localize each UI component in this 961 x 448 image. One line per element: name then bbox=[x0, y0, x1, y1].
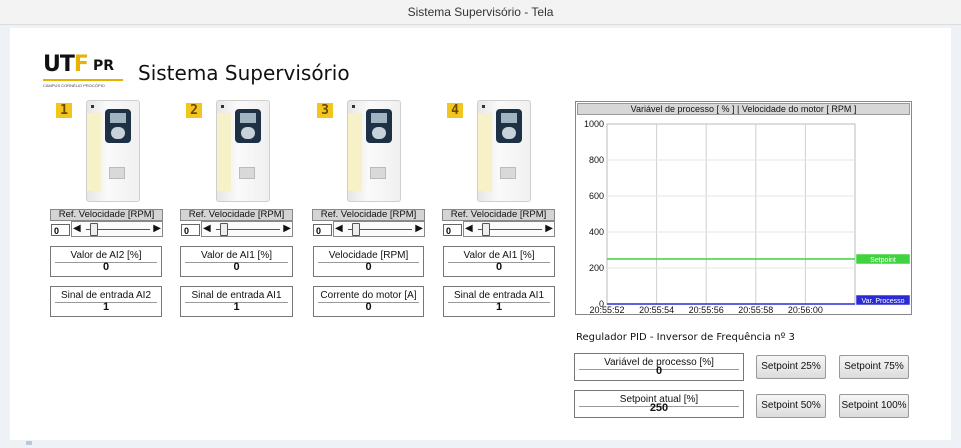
speed-reference-4: Ref. Velocidade [RPM] 0 ◀ ▶ bbox=[442, 209, 555, 237]
drive-1-value-box: Valor de AI2 [%] 0 bbox=[50, 246, 162, 277]
speed-value-input[interactable]: 0 bbox=[181, 224, 200, 236]
x-tick-label: 20:55:58 bbox=[738, 305, 773, 315]
series-end-label: Var. Processo bbox=[861, 298, 904, 305]
drive-number-badge: 3 bbox=[317, 103, 333, 118]
x-tick-label: 20:55:52 bbox=[589, 305, 624, 315]
drive-number-badge: 2 bbox=[186, 103, 202, 118]
process-variable-box: Variável de processo [%] 0 bbox=[574, 353, 744, 381]
logo-text: UTF bbox=[43, 52, 89, 77]
logo-bar bbox=[43, 79, 123, 81]
slider-left-arrow-icon[interactable]: ◀ bbox=[203, 223, 211, 235]
page-title: Sistema Supervisório bbox=[138, 61, 350, 85]
drive-3-speed-box: Velocidade [RPM] 0 bbox=[313, 246, 424, 277]
drive-2-signal-box: Sinal de entrada AI1 1 bbox=[180, 286, 293, 317]
x-tick-label: 20:55:56 bbox=[689, 305, 724, 315]
speed-value-input[interactable]: 0 bbox=[51, 224, 70, 236]
pid-title: Regulador PID - Inversor de Frequência n… bbox=[576, 332, 795, 343]
inverter-image bbox=[86, 100, 140, 202]
speed-reference-3: Ref. Velocidade [RPM] 0 ◀ ▶ bbox=[312, 209, 425, 237]
slider-right-arrow-icon[interactable]: ▶ bbox=[283, 223, 291, 235]
drive-number-badge: 1 bbox=[56, 103, 72, 118]
inverter-image bbox=[477, 100, 531, 202]
slider-thumb[interactable] bbox=[220, 223, 228, 236]
slider-right-arrow-icon[interactable]: ▶ bbox=[153, 223, 161, 235]
drive-4-value-box: Valor de AI1 [%] 0 bbox=[443, 246, 555, 277]
speed-value-input[interactable]: 0 bbox=[313, 224, 332, 236]
y-tick-label: 0 bbox=[599, 299, 604, 309]
speed-value-input[interactable]: 0 bbox=[443, 224, 462, 236]
drive-2-value-box: Valor de AI1 [%] 0 bbox=[180, 246, 293, 277]
y-tick-label: 200 bbox=[589, 263, 604, 273]
process-chart: 20:55:52 20:55:54 20:55:56 20:55:58 20:56:00… bbox=[575, 101, 912, 315]
x-tick-label: 20:55:54 bbox=[639, 305, 674, 315]
window-title: Sistema Supervisório - Tela bbox=[0, 0, 961, 25]
current-setpoint-box: Setpoint atual [%] 250 bbox=[574, 390, 744, 418]
speed-slider[interactable]: ◀ ▶ bbox=[201, 221, 293, 237]
y-tick-label: 600 bbox=[589, 191, 604, 201]
logo-subtitle: CAMPUS CORNÉLIO PROCÓPIO bbox=[43, 83, 105, 88]
speed-slider[interactable]: ◀ ▶ bbox=[333, 221, 425, 237]
taskbar-corner bbox=[26, 441, 32, 445]
speed-slider[interactable]: ◀ ▶ bbox=[463, 221, 555, 237]
setpoint-25-button[interactable]: Setpoint 25% bbox=[756, 355, 826, 379]
speed-reference-1: Ref. Velocidade [RPM] 0 ◀ ▶ bbox=[50, 209, 163, 237]
drive-1-signal-box: Sinal de entrada AI2 1 bbox=[50, 286, 162, 317]
utfpr-logo: UTF PR CAMPUS CORNÉLIO PROCÓPIO bbox=[43, 52, 123, 92]
slider-thumb[interactable] bbox=[90, 223, 98, 236]
x-tick-label: 20:56:00 bbox=[788, 305, 823, 315]
y-tick-label: 800 bbox=[589, 155, 604, 165]
speed-reference-label: Ref. Velocidade [RPM] bbox=[442, 209, 555, 221]
setpoint-50-button[interactable]: Setpoint 50% bbox=[756, 394, 826, 418]
speed-slider[interactable]: ◀ ▶ bbox=[71, 221, 163, 237]
inverter-image bbox=[347, 100, 401, 202]
chart-svg: 20:55:52 20:55:54 20:55:56 20:55:58 20:56:00… bbox=[584, 119, 911, 315]
setpoint-75-button[interactable]: Setpoint 75% bbox=[839, 355, 909, 379]
setpoint-100-button[interactable]: Setpoint 100% bbox=[839, 394, 909, 418]
slider-thumb[interactable] bbox=[352, 223, 360, 236]
speed-reference-label: Ref. Velocidade [RPM] bbox=[180, 209, 293, 221]
chart-title: Variável de processo [ % ] | Velocidade … bbox=[577, 103, 910, 115]
speed-reference-label: Ref. Velocidade [RPM] bbox=[312, 209, 425, 221]
slider-left-arrow-icon[interactable]: ◀ bbox=[73, 223, 81, 235]
speed-reference-2: Ref. Velocidade [RPM] 0 ◀ ▶ bbox=[180, 209, 293, 237]
drive-3-current-box: Corrente do motor [A] 0 bbox=[313, 286, 424, 317]
slider-right-arrow-icon[interactable]: ▶ bbox=[545, 223, 553, 235]
drive-number-badge: 4 bbox=[447, 103, 463, 118]
drive-4-signal-box: Sinal de entrada AI1 1 bbox=[443, 286, 555, 317]
plot-area bbox=[606, 123, 856, 305]
series-end-label: Setpoint bbox=[870, 257, 896, 264]
slider-left-arrow-icon[interactable]: ◀ bbox=[465, 223, 473, 235]
inverter-image bbox=[216, 100, 270, 202]
slider-right-arrow-icon[interactable]: ▶ bbox=[415, 223, 423, 235]
y-tick-label: 1000 bbox=[584, 119, 604, 129]
slider-left-arrow-icon[interactable]: ◀ bbox=[335, 223, 343, 235]
y-tick-label: 400 bbox=[589, 227, 604, 237]
logo-pr: PR bbox=[93, 58, 115, 74]
speed-reference-label: Ref. Velocidade [RPM] bbox=[50, 209, 163, 221]
slider-thumb[interactable] bbox=[482, 223, 490, 236]
